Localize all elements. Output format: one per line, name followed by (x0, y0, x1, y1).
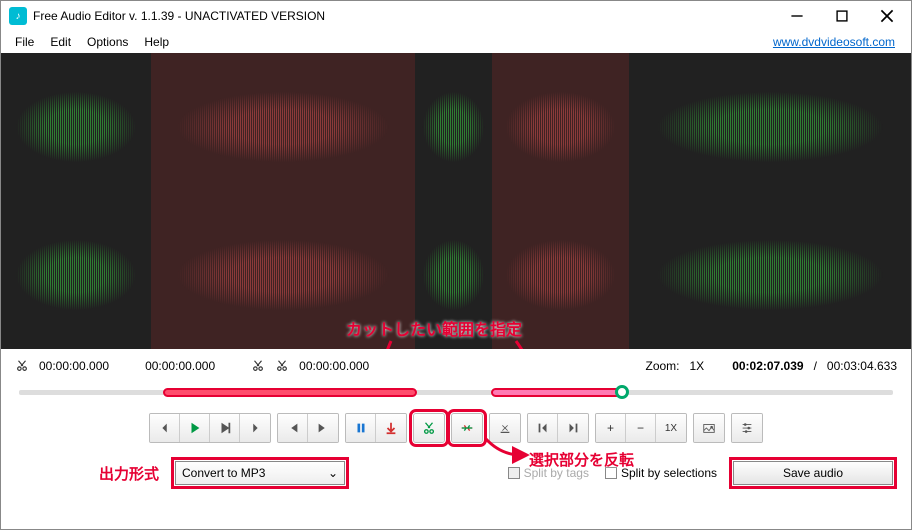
checkbox-icon (508, 467, 520, 479)
invert-selection-button[interactable] (452, 414, 482, 442)
scissors-icon (15, 359, 29, 373)
window-title: Free Audio Editor v. 1.1.39 - UNACTIVATE… (33, 9, 774, 23)
zoom-label: Zoom: (645, 359, 679, 373)
close-button[interactable] (864, 1, 909, 31)
skip-end-button[interactable] (308, 414, 338, 442)
menu-options[interactable]: Options (79, 33, 136, 51)
timeline-track[interactable] (19, 385, 893, 399)
play-selection-button[interactable] (210, 414, 240, 442)
output-format-value: Convert to MP3 (182, 466, 265, 480)
annotation-output: 出力形式 (99, 463, 159, 484)
cut-end-time: 00:00:00.000 (299, 359, 369, 373)
pause-button[interactable] (346, 414, 376, 442)
menu-help[interactable]: Help (136, 33, 177, 51)
selection-handle[interactable] (615, 385, 629, 399)
chevron-down-icon: ⌄ (328, 466, 338, 480)
mark-out-button[interactable] (558, 414, 588, 442)
time-separator: / (814, 359, 817, 373)
app-icon: ♪ (9, 7, 27, 25)
zoom-out-button[interactable]: − (626, 414, 656, 442)
zoom-value: 1X (690, 359, 705, 373)
playhead-time: 00:00:00.000 (145, 359, 215, 373)
snapshot-button[interactable] (694, 414, 724, 442)
annotation-range: カットしたい範囲を指定 (346, 316, 522, 340)
site-link[interactable]: www.dvdvideosoft.com (773, 35, 905, 49)
next-frame-button[interactable] (240, 414, 270, 442)
current-time: 00:02:07.039 (732, 359, 803, 373)
selection-range-2[interactable] (491, 388, 622, 397)
zoom-in-button[interactable]: + (596, 414, 626, 442)
annotation-invert: 選択部分を反転 (529, 449, 634, 470)
scissors-icon (251, 359, 265, 373)
record-button[interactable] (376, 414, 406, 442)
selection-range-1[interactable] (163, 388, 416, 397)
time-info-row: 00:00:00.000 00:00:00.000 00:00:00.000 Z… (1, 353, 911, 379)
minimize-button[interactable] (774, 1, 819, 31)
menu-edit[interactable]: Edit (42, 33, 79, 51)
menubar: File Edit Options Help www.dvdvideosoft.… (1, 31, 911, 53)
split-selections-label: Split by selections (621, 466, 717, 480)
settings-button[interactable] (732, 414, 762, 442)
prev-frame-button[interactable] (150, 414, 180, 442)
titlebar: ♪ Free Audio Editor v. 1.1.39 - UNACTIVA… (1, 1, 911, 31)
waveform[interactable]: カットしたい範囲を指定 (1, 53, 911, 349)
cut-button[interactable] (414, 414, 444, 442)
toolbar: + − 1X (1, 409, 911, 447)
save-audio-button[interactable]: Save audio (733, 461, 893, 485)
output-format-combo[interactable]: Convert to MP3 ⌄ (175, 461, 345, 485)
annotation-arrow-icon (481, 437, 531, 467)
play-button[interactable] (180, 414, 210, 442)
maximize-button[interactable] (819, 1, 864, 31)
skip-start-button[interactable] (278, 414, 308, 442)
menu-file[interactable]: File (7, 33, 42, 51)
scissors-icon (275, 359, 289, 373)
mark-in-button[interactable] (528, 414, 558, 442)
zoom-reset-button[interactable]: 1X (656, 414, 686, 442)
total-time: 00:03:04.633 (827, 359, 897, 373)
cut-start-time: 00:00:00.000 (39, 359, 109, 373)
